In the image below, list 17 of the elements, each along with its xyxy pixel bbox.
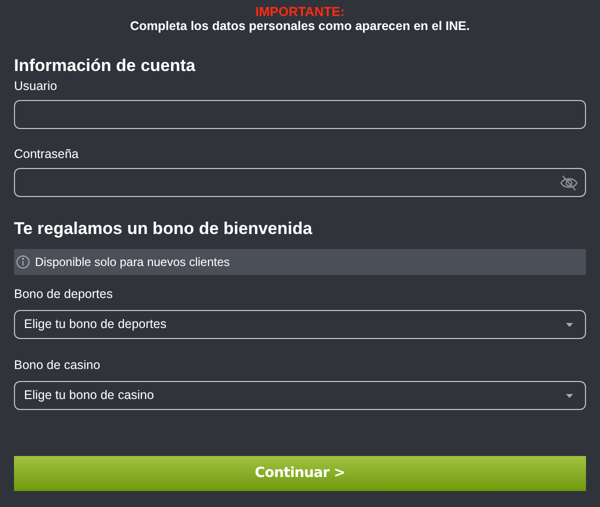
info-icon (16, 255, 30, 269)
caret-icon (566, 322, 573, 326)
section-heading: Información de cuenta (14, 56, 196, 76)
notice-text: Completa los datos personales como aparecen en el INE. (130, 19, 470, 34)
field-label: Bono de casino (14, 358, 102, 373)
field-label: Bono de deportes (14, 287, 114, 302)
hidden-eye-icon[interactable] (559, 174, 579, 190)
password-field[interactable] (14, 168, 586, 197)
info-text: Disponible solo para nuevos clientes (35, 254, 230, 271)
dropdown-field[interactable]: Elige tu bono de deportes (14, 310, 586, 339)
field-label: Contraseña (14, 147, 80, 162)
caret-icon (566, 394, 573, 398)
notice-title: IMPORTANTE: (255, 4, 345, 19)
field-label: Usuario (14, 79, 58, 94)
text-field[interactable] (14, 100, 586, 129)
dropdown-field[interactable]: Elige tu bono de casino (14, 381, 586, 410)
section-heading: Te regalamos un bono de bienvenida (14, 219, 314, 239)
